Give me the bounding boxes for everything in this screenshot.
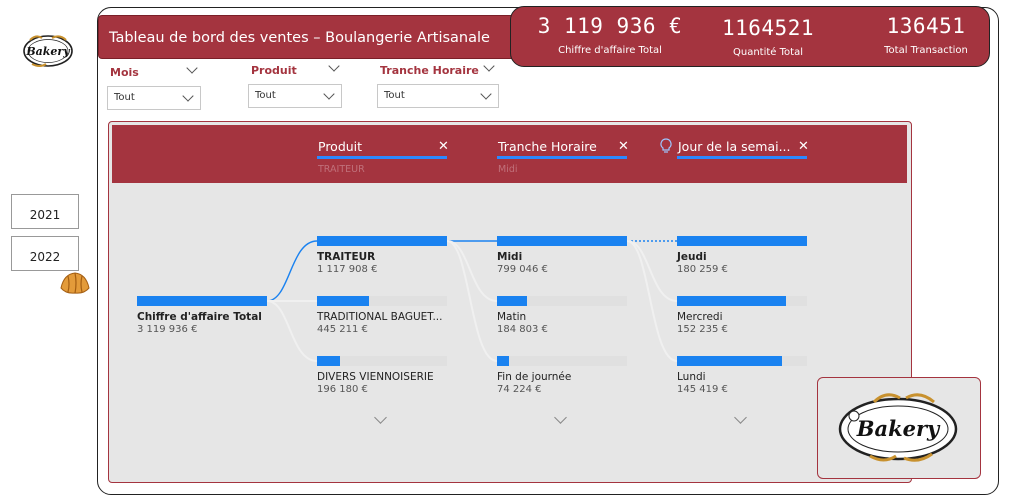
node-name: DIVERS VIENNOISERIE [317, 371, 434, 383]
node-name: Mercredi [677, 311, 723, 323]
tree-node[interactable]: Midi 799 046 € [497, 236, 627, 275]
node-name: Matin [497, 311, 527, 323]
tree-node[interactable]: TRAITEUR 1 117 908 € [317, 236, 447, 275]
node-value: 184 803 € [497, 324, 548, 335]
tree-node[interactable]: Jeudi 180 259 € [677, 236, 807, 275]
node-value: 445 211 € [317, 324, 368, 335]
node-name: TRAITEUR [317, 251, 376, 263]
node-value: 152 235 € [677, 324, 728, 335]
tree-node[interactable]: DIVERS VIENNOISERIE 196 180 € [317, 356, 447, 395]
bakery-logo: Bakery [838, 393, 958, 462]
node-name: TRADITIONAL BAGUET... [317, 311, 443, 323]
logo-text: Bakery [856, 416, 941, 441]
node-value: 1 117 908 € [317, 264, 378, 275]
node-bar-fill [317, 356, 341, 366]
bakery-logo-card: Bakery [817, 377, 981, 479]
node-value: 180 259 € [677, 264, 728, 275]
root-name: Chiffre d'affaire Total [137, 311, 262, 323]
node-bar-fill [317, 296, 369, 306]
tree-node[interactable]: TRADITIONAL BAGUET... 445 211 € [317, 296, 447, 335]
tree-node[interactable]: Fin de journée 74 224 € [497, 356, 627, 395]
root-bar-bg [137, 296, 267, 306]
root-bar-fill [137, 296, 267, 306]
node-value: 196 180 € [317, 384, 368, 395]
node-value: 74 224 € [497, 384, 542, 395]
node-name: Jeudi [677, 251, 707, 263]
node-value: 799 046 € [497, 264, 548, 275]
tree-node[interactable]: Lundi 145 419 € [677, 356, 807, 395]
node-bar-fill [497, 296, 527, 306]
node-bar-fill [677, 236, 807, 246]
node-bar-fill [317, 236, 447, 246]
tree-node[interactable]: Matin 184 803 € [497, 296, 627, 335]
node-bar-fill [677, 356, 783, 366]
node-bar-fill [677, 296, 787, 306]
node-name: Fin de journée [497, 371, 572, 383]
tree-node[interactable]: Mercredi 152 235 € [677, 296, 807, 335]
node-bar-fill [497, 356, 509, 366]
root-value: 3 119 936 € [137, 324, 198, 335]
node-value: 145 419 € [677, 384, 728, 395]
node-name: Lundi [677, 371, 706, 383]
tree-root-node[interactable]: Chiffre d'affaire Total 3 119 936 € [137, 296, 267, 335]
node-bar-fill [497, 236, 627, 246]
node-name: Midi [497, 251, 523, 263]
